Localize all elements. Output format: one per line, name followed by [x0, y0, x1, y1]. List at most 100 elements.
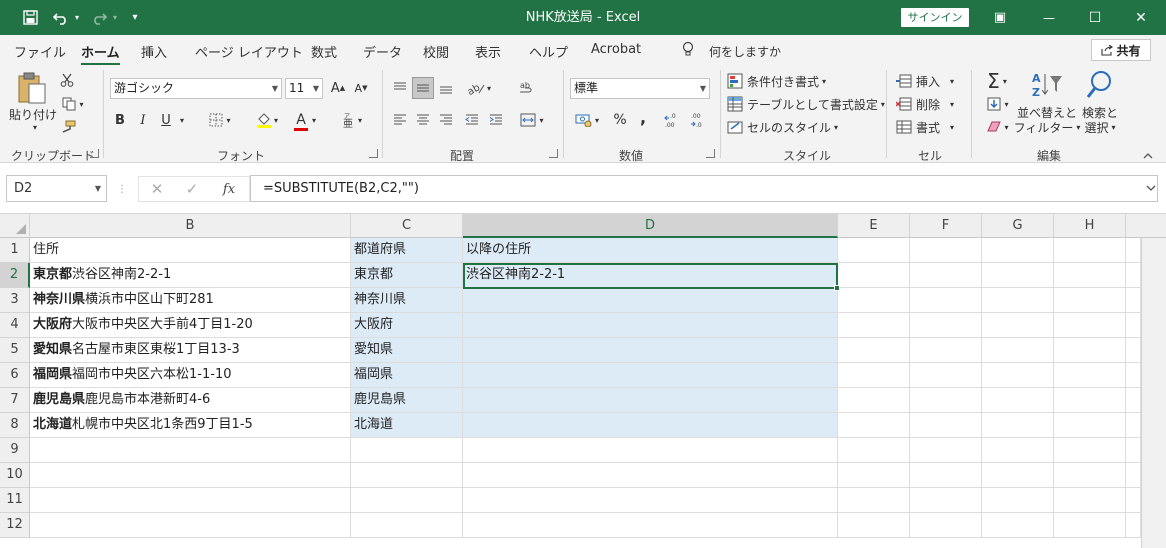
tab-data[interactable]: データ	[363, 42, 402, 61]
wrap-text-icon[interactable]: ab	[516, 77, 538, 99]
cell-c12[interactable]	[351, 513, 463, 538]
underline-dropdown[interactable]: ▾	[177, 113, 187, 127]
undo-icon[interactable]	[50, 0, 72, 35]
paste-dropdown[interactable]: ▾	[30, 123, 40, 132]
cell-e4[interactable]	[838, 313, 910, 338]
cell-f1[interactable]	[910, 238, 982, 263]
font-size-combo[interactable]: 11 ▼	[285, 78, 323, 99]
decrease-indent-icon[interactable]	[462, 110, 482, 130]
clear-icon[interactable]: ▾	[982, 117, 1014, 137]
column-header-g[interactable]: G	[982, 214, 1054, 238]
format-painter-icon[interactable]	[58, 119, 78, 135]
alignment-launcher-icon[interactable]	[549, 149, 558, 158]
cell-h9[interactable]	[1054, 438, 1126, 463]
phonetic-guide-icon[interactable]: ア亜 ▾	[338, 110, 366, 130]
cell-c1[interactable]: 都道府県	[351, 238, 463, 263]
cell-e9[interactable]	[838, 438, 910, 463]
cell-h11[interactable]	[1054, 488, 1126, 513]
cell-i6[interactable]	[1126, 363, 1141, 388]
cell-i12[interactable]	[1126, 513, 1141, 538]
cell-h8[interactable]	[1054, 413, 1126, 438]
bold-button[interactable]: B	[111, 110, 129, 130]
cell-c5[interactable]: 愛知県	[351, 338, 463, 363]
cell-i2[interactable]	[1126, 263, 1141, 288]
cell-e10[interactable]	[838, 463, 910, 488]
delete-cells-button[interactable]: 削除 ▾	[896, 94, 954, 114]
paste-button[interactable]: 貼り付け	[9, 107, 57, 122]
redo-dropdown[interactable]: ▾	[110, 0, 120, 35]
cell-f12[interactable]	[910, 513, 982, 538]
cell-f2[interactable]	[910, 263, 982, 288]
cell-b4[interactable]: 大阪府大阪市中央区大手前4丁目1-20	[30, 313, 351, 338]
row-header-10[interactable]: 10	[0, 463, 30, 488]
cell-b6[interactable]: 福岡県福岡市中央区六本松1-1-10	[30, 363, 351, 388]
cell-g10[interactable]	[982, 463, 1054, 488]
row-header-6[interactable]: 6	[0, 363, 30, 388]
cell-f9[interactable]	[910, 438, 982, 463]
cell-h10[interactable]	[1054, 463, 1126, 488]
sort-filter-button[interactable]: フィルター ▾	[1014, 120, 1081, 135]
customize-qat-button[interactable]: ▾	[128, 0, 142, 35]
name-box[interactable]: D2 ▼	[6, 175, 107, 202]
row-header-9[interactable]: 9	[0, 438, 30, 463]
format-cells-button[interactable]: 書式 ▾	[896, 117, 954, 137]
cell-f3[interactable]	[910, 288, 982, 313]
find-select-icon[interactable]	[1082, 69, 1116, 101]
column-header-b[interactable]: B	[30, 214, 351, 238]
insert-function-icon[interactable]: fx	[216, 178, 242, 200]
cell-i4[interactable]	[1126, 313, 1141, 338]
expand-formula-bar-icon[interactable]	[1144, 181, 1158, 195]
cell-b10[interactable]	[30, 463, 351, 488]
share-button[interactable]: 共有	[1091, 39, 1151, 61]
decrease-font-size-icon[interactable]: A ▼	[352, 78, 370, 98]
cell-g2[interactable]	[982, 263, 1054, 288]
cell-b5[interactable]: 愛知県名古屋市東区東桜1丁目13-3	[30, 338, 351, 363]
cell-c7[interactable]: 鹿児島県	[351, 388, 463, 413]
cell-h7[interactable]	[1054, 388, 1126, 413]
sort-filter-label-1[interactable]: 並べ替えと	[1017, 105, 1077, 120]
cell-styles-button[interactable]: セルのスタイル ▾	[727, 117, 838, 137]
cell-g1[interactable]	[982, 238, 1054, 263]
column-header-e[interactable]: E	[838, 214, 910, 238]
row-header-7[interactable]: 7	[0, 388, 30, 413]
cell-h2[interactable]	[1054, 263, 1126, 288]
maximize-button[interactable]: ☐	[1080, 0, 1110, 35]
font-name-combo[interactable]: 游ゴシック ▼	[110, 78, 282, 99]
copy-icon[interactable]: ▾	[57, 96, 89, 112]
cell-b2[interactable]: 東京都渋谷区神南2-2-1	[30, 263, 351, 288]
cell-g7[interactable]	[982, 388, 1054, 413]
tell-me-search[interactable]: 何をしますか	[709, 43, 781, 60]
cell-e7[interactable]	[838, 388, 910, 413]
cell-d4[interactable]	[463, 313, 838, 338]
row-header-11[interactable]: 11	[0, 488, 30, 513]
row-header-3[interactable]: 3	[0, 288, 30, 313]
cell-b12[interactable]	[30, 513, 351, 538]
align-right-icon[interactable]	[436, 110, 456, 130]
cell-b1[interactable]: 住所	[30, 238, 351, 263]
merge-center-icon[interactable]: ▾	[514, 110, 550, 130]
row-header-12[interactable]: 12	[0, 513, 30, 538]
column-header-c[interactable]: C	[351, 214, 463, 238]
cell-c8[interactable]: 北海道	[351, 413, 463, 438]
decrease-decimal-icon[interactable]: .00.0	[688, 110, 710, 130]
cell-i8[interactable]	[1126, 413, 1141, 438]
column-header-d[interactable]: D	[463, 214, 838, 238]
cell-e3[interactable]	[838, 288, 910, 313]
cell-f10[interactable]	[910, 463, 982, 488]
cell-i11[interactable]	[1126, 488, 1141, 513]
align-center-icon[interactable]	[413, 110, 433, 130]
sort-filter-icon[interactable]: AZ	[1030, 69, 1064, 101]
cell-g9[interactable]	[982, 438, 1054, 463]
formula-input[interactable]: =SUBSTITUTE(B2,C2,"")	[250, 175, 1158, 202]
align-bottom-icon[interactable]	[436, 77, 456, 99]
cell-d8[interactable]	[463, 413, 838, 438]
cell-h6[interactable]	[1054, 363, 1126, 388]
borders-icon[interactable]: ▾	[204, 110, 236, 130]
chevron-down-icon[interactable]: ▼	[95, 176, 101, 201]
tab-review[interactable]: 校閲	[423, 42, 449, 61]
collapse-ribbon-icon[interactable]	[1140, 149, 1156, 161]
underline-button[interactable]: U	[157, 110, 175, 130]
cell-e6[interactable]	[838, 363, 910, 388]
cell-i7[interactable]	[1126, 388, 1141, 413]
cell-d7[interactable]	[463, 388, 838, 413]
